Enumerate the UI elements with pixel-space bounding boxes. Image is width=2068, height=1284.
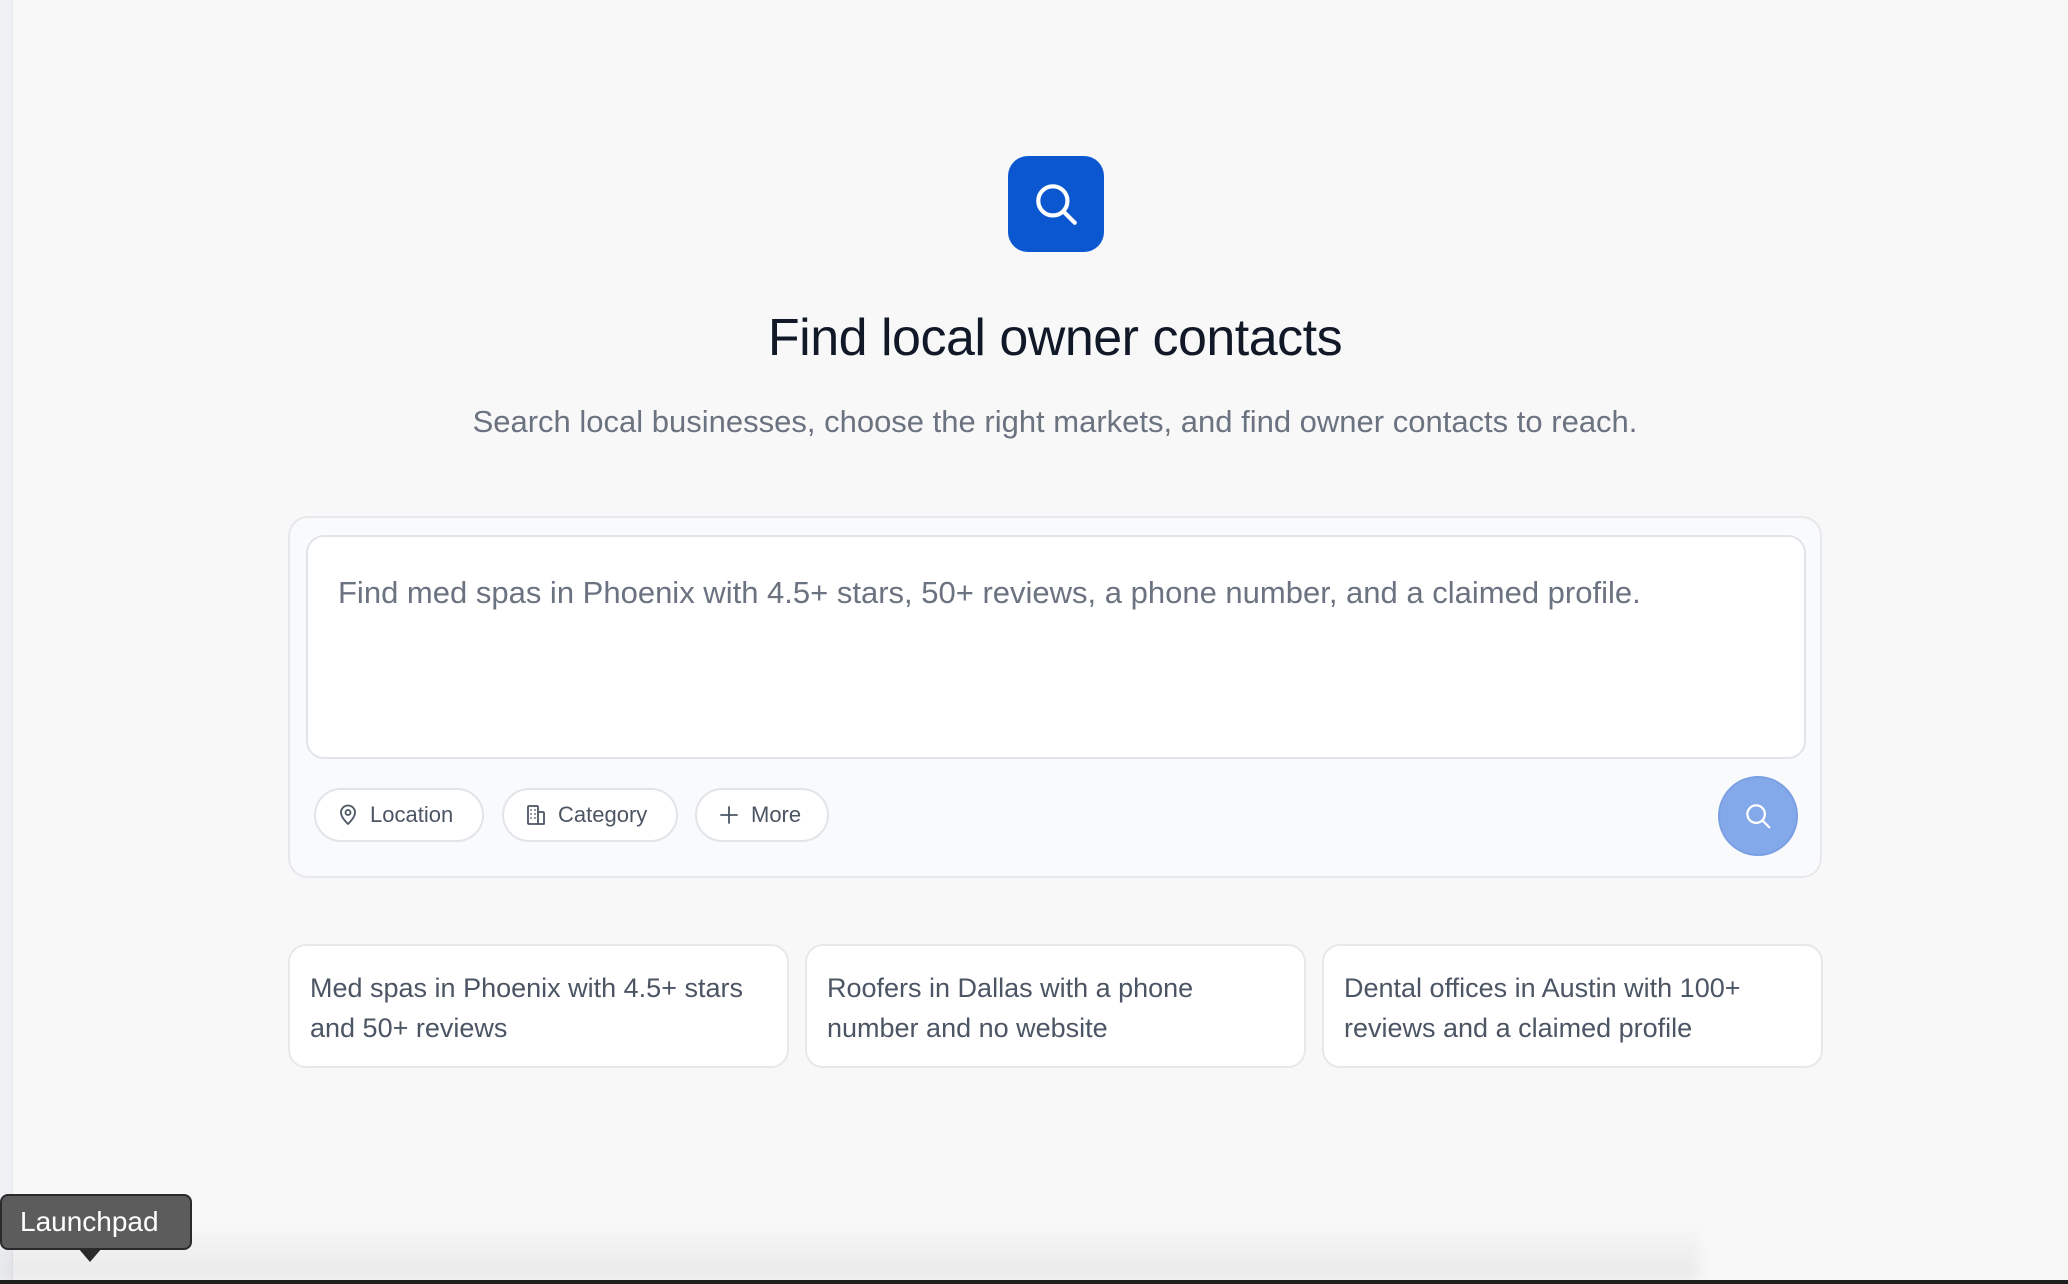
suggestion-card[interactable]: Roofers in Dallas with a phone number an… bbox=[805, 944, 1306, 1068]
dock-tooltip-label: Launchpad bbox=[20, 1206, 159, 1237]
suggestion-card[interactable]: Med spas in Phoenix with 4.5+ stars and … bbox=[288, 944, 789, 1068]
search-query-input[interactable] bbox=[306, 535, 1806, 759]
search-card: Location Category More bbox=[288, 516, 1822, 878]
dock-shadow bbox=[0, 1220, 1700, 1280]
search-submit-button[interactable] bbox=[1718, 776, 1798, 856]
suggestion-text: Roofers in Dallas with a phone number an… bbox=[827, 973, 1194, 1043]
location-filter-button[interactable]: Location bbox=[314, 788, 484, 842]
more-filters-button[interactable]: More bbox=[695, 788, 829, 842]
search-icon bbox=[1746, 804, 1771, 829]
location-filter-label: Location bbox=[370, 802, 454, 827]
left-rail bbox=[0, 0, 13, 1284]
tooltip-arrow bbox=[78, 1248, 102, 1262]
suggestion-text: Med spas in Phoenix with 4.5+ stars and … bbox=[310, 973, 743, 1043]
page-subtitle: Search local businesses, choose the righ… bbox=[472, 404, 1638, 439]
building-icon bbox=[527, 805, 545, 825]
plus-icon bbox=[720, 806, 738, 824]
page: Find local owner contacts Search local b… bbox=[0, 0, 2068, 1284]
more-filters-label: More bbox=[751, 802, 802, 827]
category-filter-label: Category bbox=[558, 802, 648, 827]
search-icon bbox=[1008, 156, 1104, 252]
suggestion-card[interactable]: Dental offices in Austin with 100+ revie… bbox=[1322, 944, 1823, 1068]
map-pin-icon bbox=[340, 804, 356, 825]
dock-edge bbox=[0, 1280, 2068, 1284]
suggestion-text: Dental offices in Austin with 100+ revie… bbox=[1344, 973, 1741, 1043]
dock-tooltip: Launchpad bbox=[0, 1194, 192, 1250]
category-filter-button[interactable]: Category bbox=[502, 788, 678, 842]
page-title: Find local owner contacts bbox=[767, 309, 1343, 367]
